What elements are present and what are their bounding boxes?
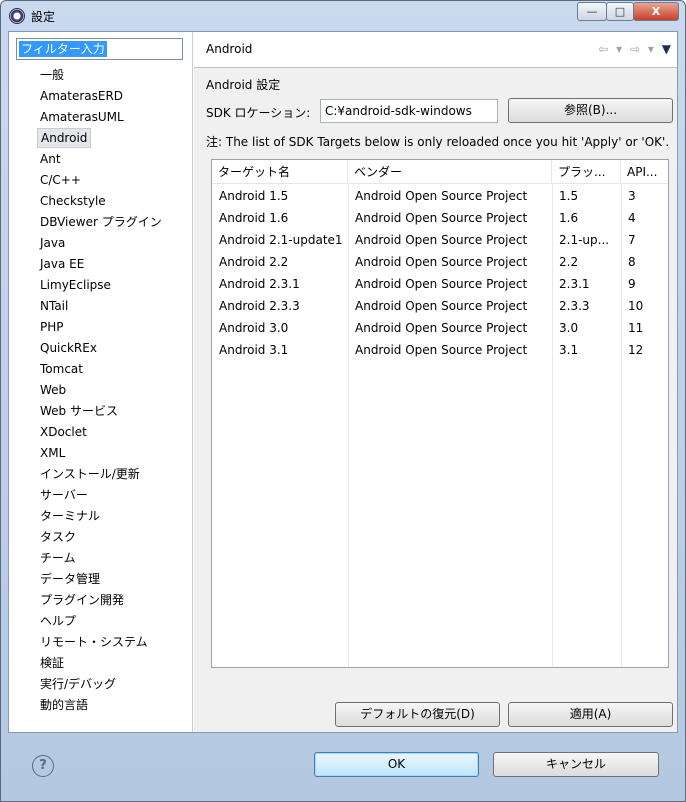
tree-item[interactable]: Ant xyxy=(37,149,64,169)
table-cell[interactable]: Android 3.1 xyxy=(212,339,348,361)
section-title: Android 設定 xyxy=(206,78,281,92)
tree-item[interactable]: LimyEclipse xyxy=(37,275,114,295)
table-cell[interactable]: Android Open Source Project xyxy=(348,207,552,229)
table-cell[interactable]: 3.1 xyxy=(552,339,621,361)
view-menu-icon[interactable]: ▼ xyxy=(662,42,671,56)
table-cell[interactable]: 2.3.1 xyxy=(552,273,621,295)
tree-item[interactable]: C/C++ xyxy=(37,170,84,190)
browse-button[interactable]: 参照(B)... xyxy=(508,98,673,123)
table-cell[interactable]: Android Open Source Project xyxy=(348,295,552,317)
tree-item[interactable]: QuickREx xyxy=(37,338,100,358)
tree-item[interactable]: 検証 xyxy=(37,653,67,673)
filter-input[interactable]: フィルター入力 xyxy=(16,38,183,60)
title-bar: 設定 — □ X xyxy=(1,1,685,31)
table-cell[interactable]: 2.1-up... xyxy=(552,229,621,251)
table-cell[interactable]: 3 xyxy=(621,185,668,207)
tree-item[interactable]: XML xyxy=(37,443,68,463)
back-arrow-icon[interactable]: ⇦ xyxy=(598,42,608,56)
tree-item[interactable]: DBViewer プラグイン xyxy=(37,212,165,232)
table-cell[interactable]: Android 2.3.1 xyxy=(212,273,348,295)
preference-page: Android ⇦ ▾ ⇨ ▾ ▼ Android 設定 SDK ロケーション:… xyxy=(194,32,677,732)
tree-item[interactable]: リモート・システム xyxy=(37,632,151,652)
dialog-button-bar: ? OK キャンセル xyxy=(8,734,678,796)
table-cell[interactable]: 10 xyxy=(621,295,668,317)
filter-input-text: フィルター入力 xyxy=(19,41,107,57)
dialog-client-area: フィルター入力 一般 AmaterasERD AmaterasUML Android A… xyxy=(8,31,678,733)
preference-tree-pane: フィルター入力 一般 AmaterasERD AmaterasUML Android A… xyxy=(9,32,193,732)
table-cell[interactable]: 1.5 xyxy=(552,185,621,207)
preferences-window: 設定 — □ X フィルター入力 一般 AmaterasERD AmaterasUM… xyxy=(0,0,686,802)
table-cell[interactable]: Android 2.1-update1 xyxy=(212,229,348,251)
tree-item[interactable]: 動的言語 xyxy=(37,695,91,715)
tree-item[interactable]: PHP xyxy=(37,317,67,337)
tree-item[interactable]: Web サービス xyxy=(37,401,121,421)
table-cell[interactable]: Android 2.2 xyxy=(212,251,348,273)
tree-item[interactable]: 一般 xyxy=(37,65,67,85)
column-header-platform[interactable]: プラッ... xyxy=(552,160,621,184)
tree-item[interactable]: サーバー xyxy=(37,485,91,505)
table-cell[interactable]: Android Open Source Project xyxy=(348,273,552,295)
column-header-target-name[interactable]: ターゲット名 xyxy=(212,160,348,184)
close-button[interactable]: X xyxy=(633,2,679,21)
column-header-vendor[interactable]: ベンダー xyxy=(348,160,552,184)
maximize-button[interactable]: □ xyxy=(606,2,634,21)
restore-defaults-button[interactable]: デフォルトの復元(D) xyxy=(335,702,500,727)
tree-item[interactable]: タスク xyxy=(37,527,79,547)
window-title: 設定 xyxy=(31,10,56,24)
table-cell[interactable]: Android Open Source Project xyxy=(348,251,552,273)
back-dropdown-icon[interactable]: ▾ xyxy=(616,42,622,56)
page-nav-toolbar: ⇦ ▾ ⇨ ▾ ▼ xyxy=(594,42,671,56)
table-cell[interactable]: 1.6 xyxy=(552,207,621,229)
tree-item[interactable]: チーム xyxy=(37,548,79,568)
tree-item[interactable]: ターミナル xyxy=(37,506,103,526)
tree-item[interactable]: インストール/更新 xyxy=(37,464,143,484)
tree-item[interactable]: AmaterasUML xyxy=(37,107,127,127)
tree-item[interactable]: データ管理 xyxy=(37,569,103,589)
sdk-targets-table: ターゲット名 ベンダー プラッ... API... Android 1.5 And… xyxy=(211,159,669,668)
table-cell[interactable]: Android 1.6 xyxy=(212,207,348,229)
table-cell[interactable]: 4 xyxy=(621,207,668,229)
table-cell[interactable]: 8 xyxy=(621,251,668,273)
table-cell[interactable]: Android Open Source Project xyxy=(348,339,552,361)
tree-item[interactable]: Tomcat xyxy=(37,359,86,379)
table-cell[interactable]: 2.2 xyxy=(552,251,621,273)
table-cell[interactable]: 7 xyxy=(621,229,668,251)
tree-item[interactable]: Checkstyle xyxy=(37,191,109,211)
table-cell[interactable]: Android 2.3.3 xyxy=(212,295,348,317)
sdk-reload-note: 注: The list of SDK Targets below is only… xyxy=(206,135,670,149)
cancel-button[interactable]: キャンセル xyxy=(493,752,659,777)
table-cell[interactable]: 2.3.3 xyxy=(552,295,621,317)
table-cell[interactable]: 12 xyxy=(621,339,668,361)
table-cell[interactable]: Android 3.0 xyxy=(212,317,348,339)
table-cell[interactable]: 3.0 xyxy=(552,317,621,339)
forward-arrow-icon[interactable]: ⇨ xyxy=(630,42,640,56)
table-cell[interactable]: 9 xyxy=(621,273,668,295)
tree-item[interactable]: プラグイン開発 xyxy=(37,590,127,610)
sdk-location-label: SDK ロケーション: xyxy=(206,106,311,120)
tree-item[interactable]: Java xyxy=(37,233,68,253)
tree-item[interactable]: NTail xyxy=(37,296,71,316)
tree-item[interactable]: ヘルプ xyxy=(37,611,79,631)
page-title: Android xyxy=(206,42,253,56)
ok-button[interactable]: OK xyxy=(314,752,479,777)
table-cell[interactable]: Android Open Source Project xyxy=(348,229,552,251)
forward-dropdown-icon[interactable]: ▾ xyxy=(648,42,654,56)
page-header: Android ⇦ ▾ ⇨ ▾ ▼ xyxy=(194,32,677,68)
sdk-location-field[interactable]: C:¥android-sdk-windows xyxy=(320,99,498,123)
column-header-api-level[interactable]: API... xyxy=(621,160,668,184)
apply-button[interactable]: 適用(A) xyxy=(508,702,673,727)
tree-item[interactable]: Java EE xyxy=(37,254,87,274)
tree-item[interactable]: 実行/デバッグ xyxy=(37,674,119,694)
tree-item[interactable]: Android xyxy=(37,128,92,148)
minimize-button[interactable]: — xyxy=(577,2,607,21)
table-cell[interactable]: 11 xyxy=(621,317,668,339)
table-cell[interactable]: Android Open Source Project xyxy=(348,185,552,207)
tree-item[interactable]: AmaterasERD xyxy=(37,86,126,106)
help-icon[interactable]: ? xyxy=(32,755,54,777)
tree-item[interactable]: Web xyxy=(37,380,69,400)
table-cell[interactable]: Android 1.5 xyxy=(212,185,348,207)
tree-item[interactable]: XDoclet xyxy=(37,422,90,442)
table-cell[interactable]: Android Open Source Project xyxy=(348,317,552,339)
eclipse-app-icon xyxy=(9,8,25,24)
